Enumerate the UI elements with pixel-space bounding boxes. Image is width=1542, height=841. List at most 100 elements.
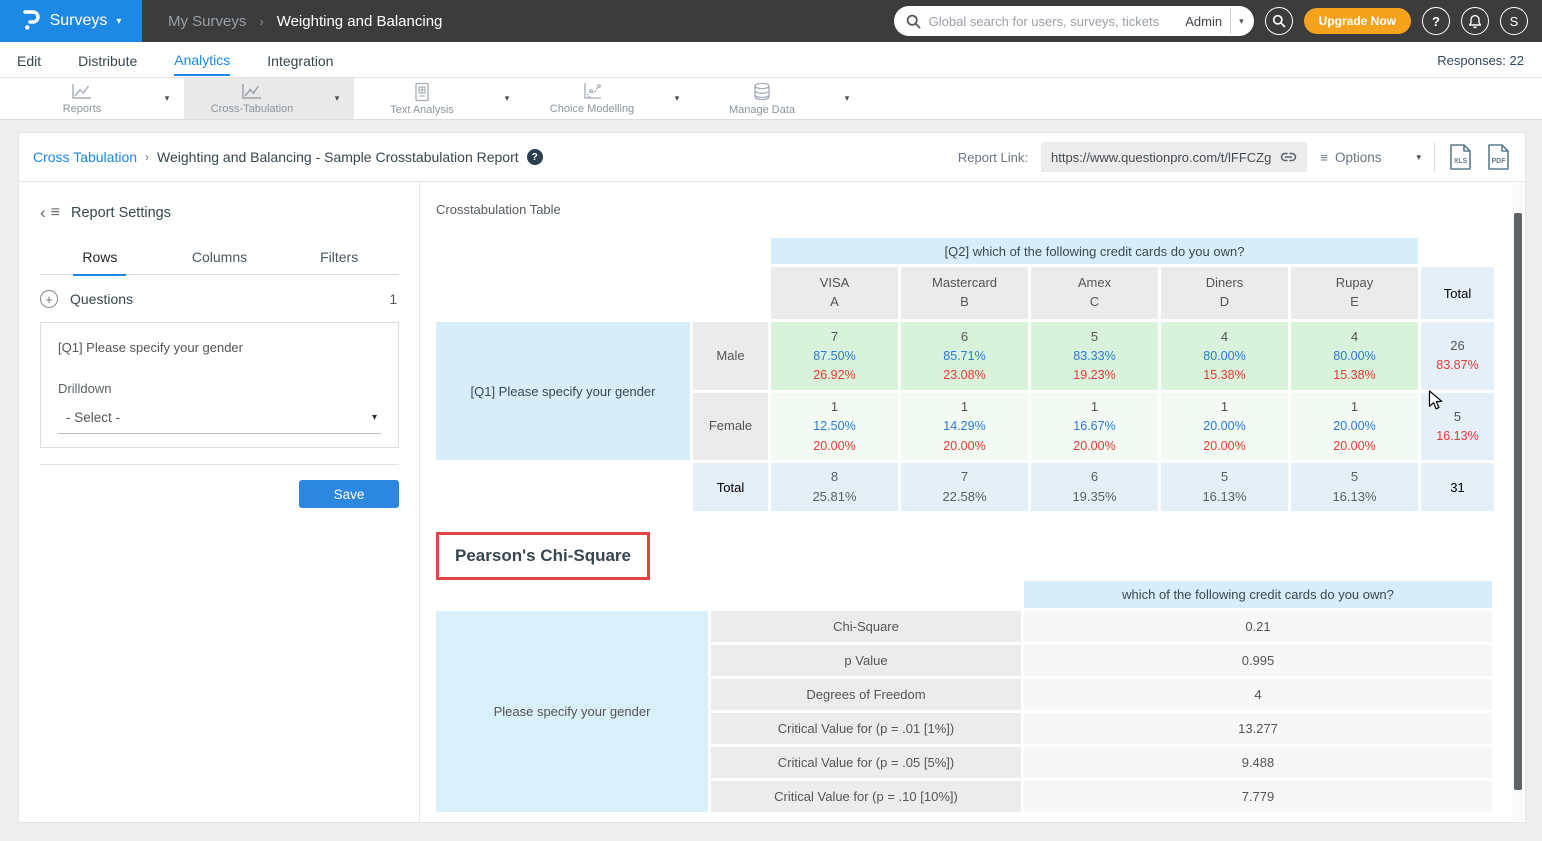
stat-label: Degrees of Freedom xyxy=(711,679,1021,710)
model-chart-icon xyxy=(581,82,603,101)
row-header-female: Female xyxy=(693,393,768,460)
user-avatar[interactable]: S xyxy=(1500,7,1528,35)
bell-icon xyxy=(1468,14,1482,29)
report-url[interactable]: https://www.questionpro.com/t/lFFCZg xyxy=(1051,150,1271,165)
manage-data-caret-icon[interactable]: ▾ xyxy=(830,78,864,119)
questionpro-logo-icon xyxy=(21,9,41,33)
product-switcher[interactable]: Surveys ▾ xyxy=(0,0,142,42)
toolbar-item-reports[interactable]: Reports xyxy=(14,78,150,119)
spacer-cell xyxy=(1421,238,1494,264)
row-question-header: [Q1] Please specify your gender xyxy=(436,322,690,460)
tab-columns[interactable]: Columns xyxy=(160,240,280,274)
toolbar-group-choice-modelling[interactable]: Choice Modelling ▾ xyxy=(524,78,694,119)
grand-total-cell: 31 xyxy=(1421,463,1494,511)
help-button[interactable]: ? xyxy=(1422,7,1450,35)
hamburger-icon[interactable]: ≡ xyxy=(51,205,60,221)
options-label: Options xyxy=(1335,150,1382,165)
total-cell: 619.35% xyxy=(1031,463,1158,511)
toolbar-group-cross-tabulation[interactable]: Cross-Tabulation ▾ xyxy=(184,78,354,119)
export-pdf-button[interactable]: PDF xyxy=(1486,143,1511,171)
notifications-button[interactable] xyxy=(1461,7,1489,35)
toolbar-item-text-analysis[interactable]: Text Analysis xyxy=(354,78,490,119)
toolbar-item-choice-modelling[interactable]: Choice Modelling xyxy=(524,78,660,119)
drilldown-selected-value: - Select - xyxy=(66,410,120,425)
tab-distribute[interactable]: Distribute xyxy=(78,45,137,75)
data-cell: 685.71%23.08% xyxy=(901,322,1028,390)
toolbar-group-manage-data[interactable]: Manage Data ▾ xyxy=(694,78,864,119)
breadcrumb-survey-name: Weighting and Balancing xyxy=(277,13,443,30)
toolbar-label: Reports xyxy=(63,103,102,115)
export-xls-button[interactable]: XLS xyxy=(1448,143,1473,171)
breadcrumb-cross-tabulation-link[interactable]: Cross Tabulation xyxy=(33,149,137,165)
column-header-visa: VISAA xyxy=(771,267,898,319)
stat-value: 4 xyxy=(1024,679,1492,710)
report-header-actions: Report Link: https://www.questionpro.com… xyxy=(958,142,1511,172)
chevron-right-icon: › xyxy=(145,150,149,164)
toolbar-group-reports[interactable]: Reports ▾ xyxy=(14,78,184,119)
toolbar-item-manage-data[interactable]: Manage Data xyxy=(694,78,830,119)
question-card: [Q1] Please specify your gender Drilldow… xyxy=(40,322,399,448)
pearson-title: Pearson's Chi-Square xyxy=(455,546,631,566)
report-card: Cross Tabulation › Weighting and Balanci… xyxy=(18,132,1526,823)
report-scrollbar-track[interactable] xyxy=(1512,183,1524,821)
table-row-totals: Total 825.81% 722.58% 619.35% 516.13% 51… xyxy=(436,463,1494,511)
search-scope-label[interactable]: Admin xyxy=(1185,14,1222,29)
toolbar-item-cross-tabulation[interactable]: Cross-Tabulation xyxy=(184,78,320,119)
cross-tabulation-caret-icon[interactable]: ▾ xyxy=(320,78,354,119)
drilldown-label: Drilldown xyxy=(58,381,381,396)
search-submit-button[interactable] xyxy=(1265,7,1293,35)
row-total-cell: 516.13% xyxy=(1421,393,1494,460)
link-icon[interactable] xyxy=(1280,151,1297,163)
total-cell: 516.13% xyxy=(1291,463,1418,511)
total-cell: 516.13% xyxy=(1161,463,1288,511)
tab-integration[interactable]: Integration xyxy=(267,45,333,75)
report-scrollbar-thumb[interactable] xyxy=(1514,213,1522,790)
question-icon: ? xyxy=(1432,14,1440,29)
question-text: [Q1] Please specify your gender xyxy=(58,340,381,355)
global-search-input[interactable] xyxy=(929,14,1178,29)
stat-label: Critical Value for (p = .05 [5%]) xyxy=(711,747,1021,778)
choice-modelling-caret-icon[interactable]: ▾ xyxy=(660,78,694,119)
chi-column-header: which of the following credit cards do y… xyxy=(1024,581,1492,608)
drilldown-select[interactable]: - Select - ▾ xyxy=(58,410,381,434)
toolbar-group-text-analysis[interactable]: Text Analysis ▾ xyxy=(354,78,524,119)
questions-row: + Questions 1 xyxy=(40,290,399,308)
report-link-box[interactable]: https://www.questionpro.com/t/lFFCZg xyxy=(1041,142,1307,172)
options-dropdown[interactable]: ≡ Options ▾ xyxy=(1320,150,1421,165)
breadcrumb-my-surveys[interactable]: My Surveys xyxy=(168,13,246,30)
tab-filters[interactable]: Filters xyxy=(279,240,399,274)
report-settings-panel: ‹ ≡ Report Settings Rows Columns Filters… xyxy=(19,182,420,823)
top-bar: Surveys ▾ My Surveys › Weighting and Bal… xyxy=(0,0,1542,42)
chevron-down-icon[interactable]: ▾ xyxy=(116,16,121,27)
reports-caret-icon[interactable]: ▾ xyxy=(150,78,184,119)
upgrade-now-button[interactable]: Upgrade Now xyxy=(1304,8,1411,34)
stat-label: Critical Value for (p = .10 [10%]) xyxy=(711,781,1021,812)
global-search[interactable]: Admin ▾ xyxy=(894,6,1254,36)
tab-analytics[interactable]: Analytics xyxy=(174,44,230,76)
window-breadcrumb: My Surveys › Weighting and Balancing xyxy=(168,13,442,30)
text-analysis-caret-icon[interactable]: ▾ xyxy=(490,78,524,119)
row-header-male: Male xyxy=(693,322,768,390)
header-divider xyxy=(1434,142,1435,172)
save-button[interactable]: Save xyxy=(299,480,399,508)
top-bar-actions: Admin ▾ Upgrade Now ? S xyxy=(894,6,1542,36)
report-title: Weighting and Balancing - Sample Crossta… xyxy=(157,149,519,165)
column-header-mastercard: MastercardB xyxy=(901,267,1028,319)
report-help-icon[interactable]: ? xyxy=(527,149,543,165)
search-scope-caret-icon[interactable]: ▾ xyxy=(1239,16,1244,27)
stat-value: 0.995 xyxy=(1024,645,1492,676)
add-question-button[interactable]: + xyxy=(40,290,58,308)
row-total-cell: 2683.87% xyxy=(1421,322,1494,390)
collapse-panel-icon[interactable]: ‹ xyxy=(40,204,46,221)
toolbar-label: Cross-Tabulation xyxy=(211,103,294,115)
tab-rows[interactable]: Rows xyxy=(40,240,160,274)
toolbar-label: Manage Data xyxy=(729,104,795,116)
tab-edit[interactable]: Edit xyxy=(17,45,41,75)
column-header-diners: DinersD xyxy=(1161,267,1288,319)
panel-divider xyxy=(40,464,399,465)
report-settings-title: Report Settings xyxy=(71,205,171,221)
total-cell: 825.81% xyxy=(771,463,898,511)
svg-text:PDF: PDF xyxy=(1492,158,1507,165)
app-window: Surveys ▾ My Surveys › Weighting and Bal… xyxy=(0,0,1542,841)
analytics-toolbar: Reports ▾ Cross-Tabulation ▾ Text Analys… xyxy=(0,78,1542,120)
